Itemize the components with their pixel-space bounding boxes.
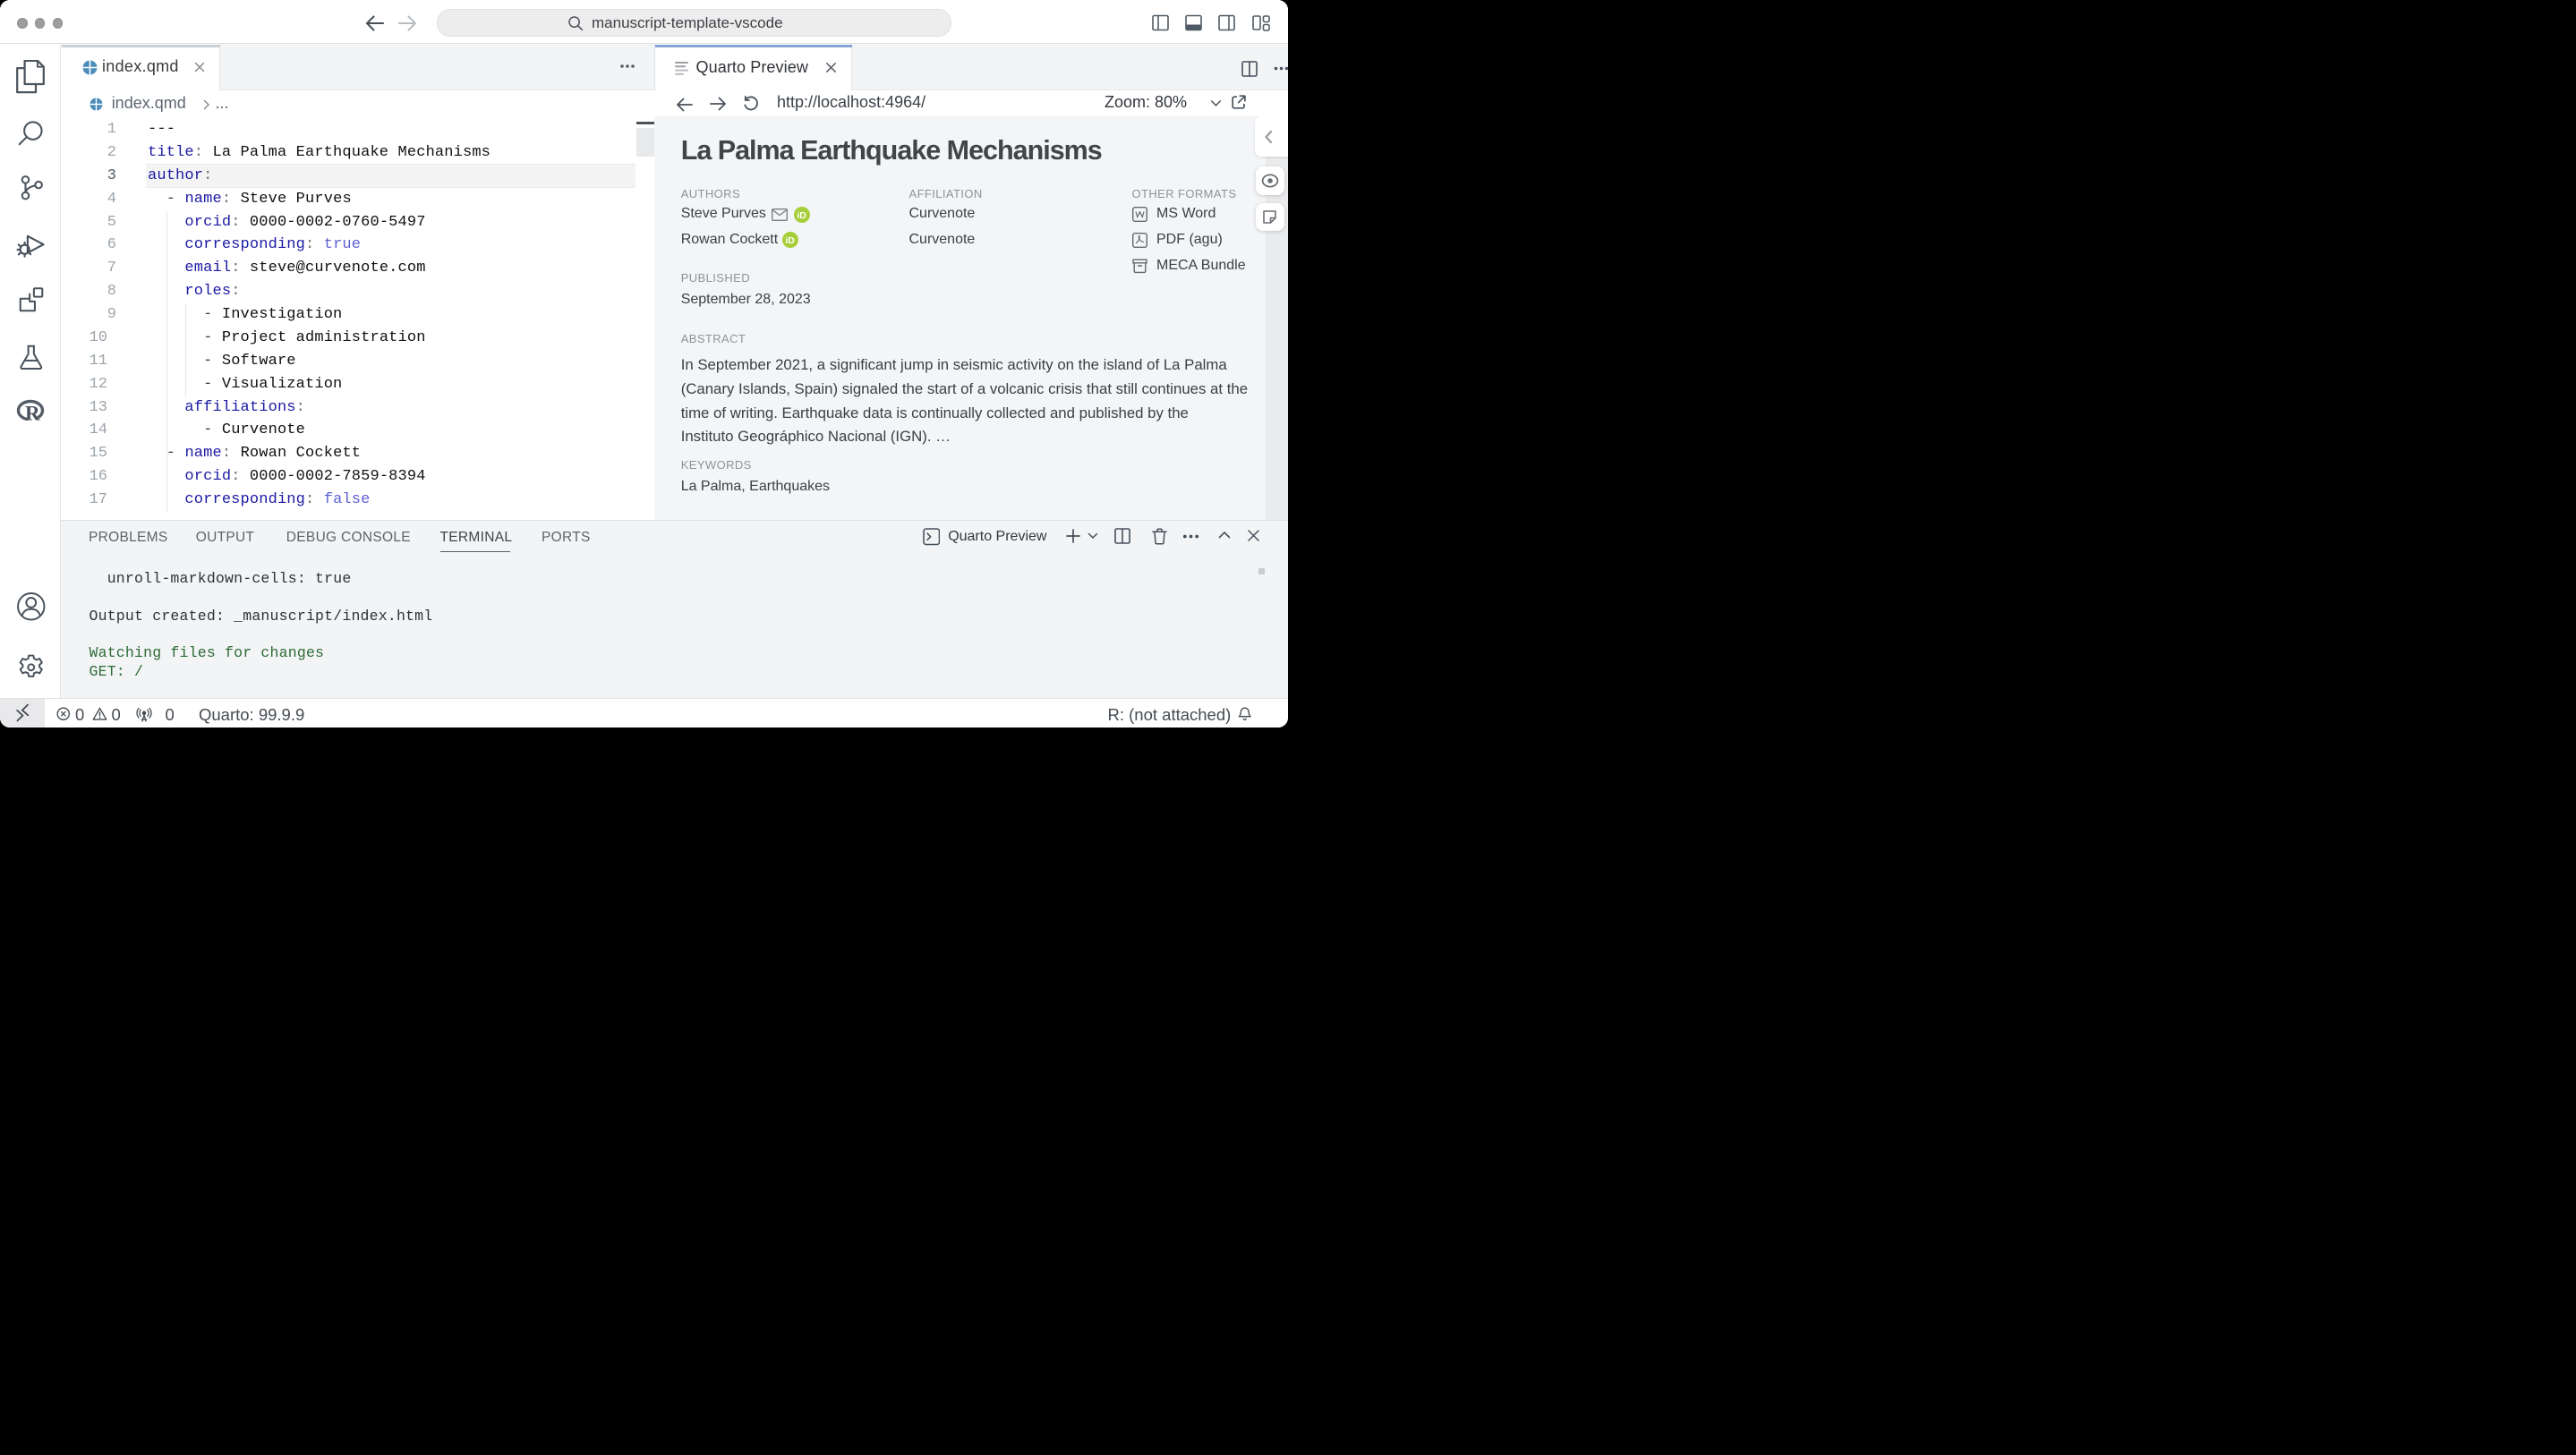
svg-text:iD: iD bbox=[797, 210, 806, 221]
svg-text:R: R bbox=[25, 403, 40, 425]
svg-text:iD: iD bbox=[785, 236, 795, 247]
